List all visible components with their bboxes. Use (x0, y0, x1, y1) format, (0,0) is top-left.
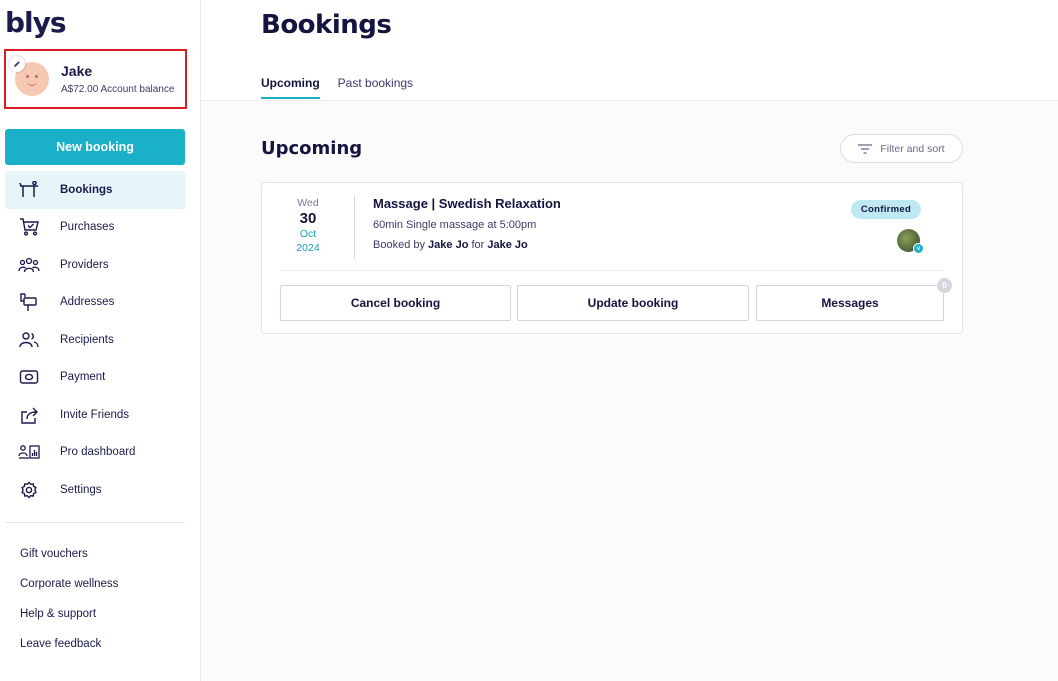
booking-day: 30 (299, 210, 317, 227)
profile-card[interactable]: Jake A$72.00 Account balance (4, 49, 187, 109)
sidebar: blys Jake A$72.00 Account balance New bo… (0, 0, 201, 681)
sidebar-item-purchases[interactable]: Purchases (5, 209, 185, 247)
cash-icon (18, 366, 40, 388)
sidebar-item-addresses[interactable]: Addresses (5, 284, 185, 322)
booked-by: Booked by Jake Jo for Jake Jo (373, 239, 528, 251)
avatar[interactable] (9, 56, 49, 96)
group-icon (18, 254, 40, 276)
sidebar-item-label: Payment (60, 371, 106, 384)
sidebar-item-providers[interactable]: Providers (5, 246, 185, 284)
message-count-badge: 0 (937, 278, 952, 293)
booked-by-name: Jake Jo (428, 239, 469, 251)
booking-detail: 60min Single massage at 5:00pm (373, 219, 537, 231)
sidebar-item-label: Pro dashboard (60, 446, 136, 459)
page-title: Bookings (261, 10, 392, 40)
mailbox-icon (18, 291, 40, 313)
booking-date: Wed 30 Oct 2024 (282, 197, 334, 254)
sidebar-item-label: Bookings (60, 183, 113, 196)
gift-vouchers-link[interactable]: Gift vouchers (20, 546, 118, 576)
tab-upcoming[interactable]: Upcoming (261, 76, 320, 99)
users-icon (18, 329, 40, 351)
sidebar-item-label: Invite Friends (60, 408, 130, 421)
cancel-booking-button[interactable]: Cancel booking (280, 285, 511, 321)
share-icon (18, 404, 40, 426)
sidebar-item-label: Providers (60, 258, 109, 271)
gear-icon (18, 479, 40, 501)
sidebar-item-settings[interactable]: Settings (5, 471, 185, 509)
sidebar-footer-links: Gift vouchers Corporate wellness Help & … (20, 546, 118, 666)
sidebar-item-label: Recipients (60, 333, 114, 346)
filter-sort-label: Filter and sort (880, 142, 945, 155)
booking-card[interactable]: Wed 30 Oct 2024 Massage | Swedish Relaxa… (261, 182, 963, 334)
leave-feedback-link[interactable]: Leave feedback (20, 636, 118, 666)
sidebar-nav: Bookings Purchases Providers Addresses R… (5, 171, 185, 509)
sidebar-item-label: Addresses (60, 296, 115, 309)
sidebar-item-invite-friends[interactable]: Invite Friends (5, 396, 185, 434)
date-divider (354, 195, 355, 259)
update-booking-button[interactable]: Update booking (517, 285, 749, 321)
booking-year: 2024 (296, 242, 320, 254)
pro-dashboard-icon (18, 441, 40, 463)
section-title: Upcoming (261, 138, 363, 159)
sidebar-item-label: Settings (60, 483, 102, 496)
massage-table-icon (18, 179, 40, 201)
profile-name: Jake (61, 63, 93, 79)
sidebar-item-recipients[interactable]: Recipients (5, 321, 185, 359)
booking-tabs: Upcoming Past bookings (261, 76, 431, 99)
booking-weekday: Wed (297, 197, 319, 209)
help-support-link[interactable]: Help & support (20, 606, 118, 636)
account-balance: A$72.00 Account balance (61, 84, 175, 95)
cart-icon (18, 216, 40, 238)
corporate-wellness-link[interactable]: Corporate wellness (20, 576, 118, 606)
blys-logo[interactable]: blys (5, 6, 67, 39)
status-badge: Confirmed (851, 200, 921, 219)
new-booking-button[interactable]: New booking (5, 129, 185, 165)
booking-title[interactable]: Massage | Swedish Relaxation (373, 196, 561, 211)
filter-sort-button[interactable]: Filter and sort (840, 134, 963, 163)
tab-past-bookings[interactable]: Past bookings (338, 76, 413, 99)
sidebar-divider (5, 522, 185, 523)
sidebar-item-label: Purchases (60, 221, 115, 234)
pencil-icon[interactable] (9, 56, 25, 72)
booking-month: Oct (299, 228, 317, 240)
tabs-divider (201, 100, 1058, 101)
booked-for-name: Jake Jo (487, 239, 528, 251)
sidebar-item-bookings[interactable]: Bookings (5, 171, 185, 209)
booked-by-prefix: Booked by (373, 239, 425, 251)
booked-for-word: for (471, 239, 485, 251)
filter-icon (858, 143, 873, 154)
sidebar-item-payment[interactable]: Payment (5, 359, 185, 397)
messages-button[interactable]: Messages (756, 285, 944, 321)
card-divider (280, 270, 944, 271)
sidebar-item-pro-dashboard[interactable]: Pro dashboard (5, 434, 185, 472)
verified-icon: v (913, 243, 924, 254)
